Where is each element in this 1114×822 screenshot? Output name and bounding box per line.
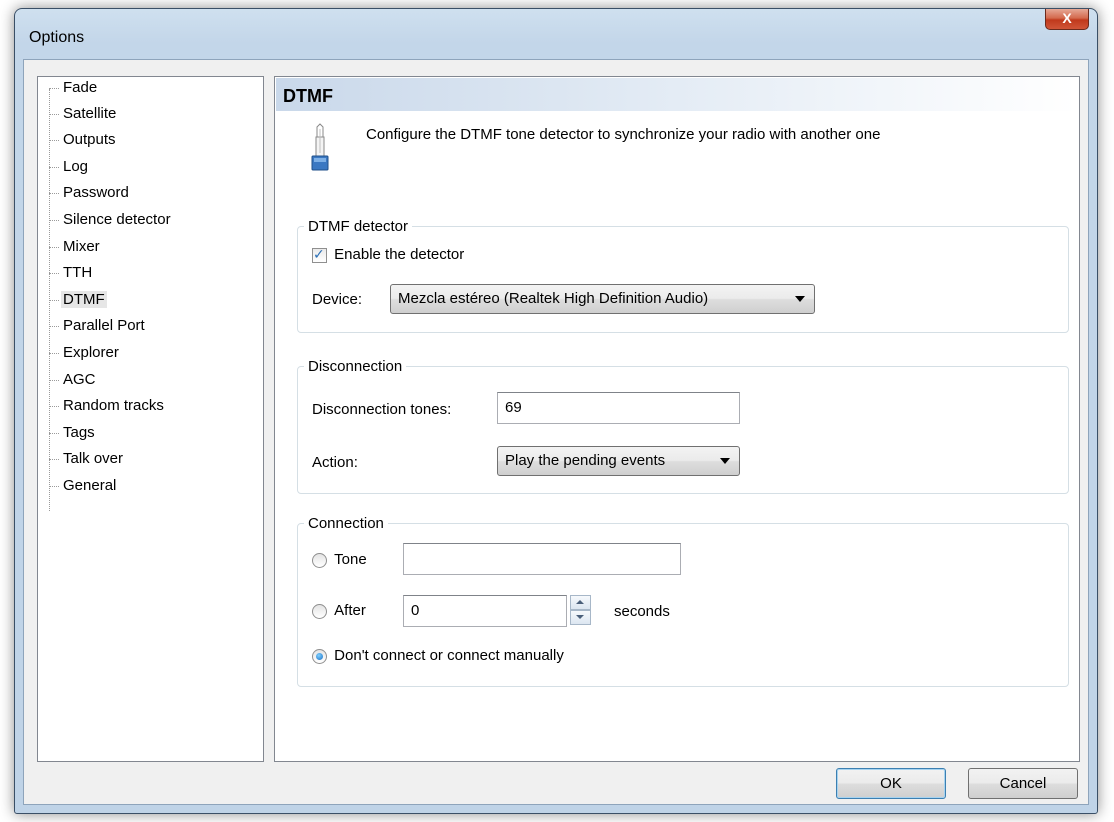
- dtmf-detector-group: DTMF detector: [297, 218, 1069, 333]
- tree-item-dtmf[interactable]: DTMF: [49, 289, 107, 311]
- after-seconds-input[interactable]: 0: [403, 595, 567, 627]
- check-icon: ✓: [313, 245, 325, 262]
- tone-input[interactable]: [403, 543, 681, 575]
- manual-connect-label: Don't connect or connect manually: [334, 647, 564, 664]
- enable-detector-label: Enable the detector: [334, 246, 465, 263]
- connection-legend: Connection: [308, 515, 384, 532]
- dialog-client-area: Fade Satellite Outputs Log Password Sile…: [23, 59, 1089, 805]
- disconnection-tones-input[interactable]: 69: [497, 392, 740, 424]
- tone-radio-button[interactable]: [312, 552, 327, 568]
- tree-item-tth[interactable]: TTH: [49, 262, 94, 284]
- tree-item-fade[interactable]: Fade: [49, 77, 99, 99]
- dtmf-settings-page: DTMF Configure the DTMF tone detector to…: [274, 76, 1080, 762]
- action-label: Action:: [312, 454, 358, 471]
- device-label: Device:: [312, 291, 363, 308]
- tree-item-password[interactable]: Password: [49, 182, 131, 204]
- chevron-down-icon: [720, 458, 730, 464]
- jack-plug-icon: [311, 123, 329, 171]
- tree-item-tags[interactable]: Tags: [49, 422, 97, 444]
- action-select-value: Play the pending events: [505, 452, 666, 469]
- options-tree[interactable]: Fade Satellite Outputs Log Password Sile…: [37, 76, 264, 762]
- tree-item-outputs[interactable]: Outputs: [49, 129, 118, 151]
- dtmf-detector-legend: DTMF detector: [308, 218, 409, 235]
- action-select[interactable]: Play the pending events: [497, 446, 740, 476]
- spin-up-icon[interactable]: [570, 595, 591, 610]
- tree-item-agc[interactable]: AGC: [49, 369, 98, 391]
- tree-item-mixer[interactable]: Mixer: [49, 236, 102, 258]
- tree-item-talk-over[interactable]: Talk over: [49, 448, 125, 470]
- after-radio-button[interactable]: [312, 603, 327, 619]
- tree-item-random-tracks[interactable]: Random tracks: [49, 395, 166, 417]
- tree-item-general[interactable]: General: [49, 475, 118, 497]
- device-select-value: Mezcla estéreo (Realtek High Definition …: [398, 290, 709, 307]
- ok-button[interactable]: OK: [836, 768, 946, 799]
- spin-down-icon[interactable]: [570, 610, 591, 625]
- chevron-down-icon: [795, 296, 805, 302]
- seconds-spinner[interactable]: [570, 595, 591, 627]
- close-button[interactable]: X: [1045, 9, 1089, 30]
- tone-radio[interactable]: Tone: [312, 551, 367, 568]
- seconds-label: seconds: [614, 603, 670, 620]
- disconnection-legend: Disconnection: [308, 358, 403, 375]
- close-icon: X: [1062, 10, 1072, 26]
- disconnection-tones-label: Disconnection tones:: [312, 401, 452, 418]
- tree-item-satellite[interactable]: Satellite: [49, 103, 118, 125]
- manual-connect-radio[interactable]: Don't connect or connect manually: [312, 647, 564, 664]
- window-title: Options: [29, 29, 85, 46]
- after-label: After: [334, 602, 366, 619]
- options-window: Options X Fade Satellite Outputs Log Pas…: [14, 8, 1098, 814]
- tree-item-parallel-port[interactable]: Parallel Port: [49, 315, 147, 337]
- cancel-button[interactable]: Cancel: [968, 768, 1078, 799]
- manual-connect-radio-button[interactable]: [312, 648, 327, 664]
- after-radio[interactable]: After: [312, 602, 366, 619]
- device-select[interactable]: Mezcla estéreo (Realtek High Definition …: [390, 284, 815, 314]
- tree-item-log[interactable]: Log: [49, 156, 90, 178]
- tone-label: Tone: [334, 551, 367, 568]
- intro-text: Configure the DTMF tone detector to sync…: [366, 126, 881, 143]
- tree-item-explorer[interactable]: Explorer: [49, 342, 121, 364]
- checkbox-box[interactable]: ✓: [312, 245, 327, 263]
- enable-detector-checkbox[interactable]: ✓ Enable the detector: [312, 246, 464, 263]
- tree-item-silence-detector[interactable]: Silence detector: [49, 209, 173, 231]
- page-title: DTMF: [276, 78, 1078, 111]
